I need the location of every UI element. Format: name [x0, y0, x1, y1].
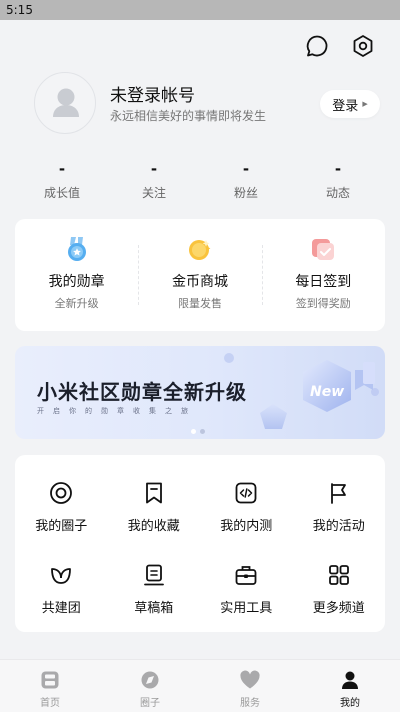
stat-growth[interactable]: - 成长值 [16, 160, 108, 201]
avatar[interactable] [34, 72, 96, 134]
code-icon [233, 480, 259, 506]
menu-tools[interactable]: 实用工具 [200, 545, 293, 627]
menu-co-build-team[interactable]: 共建团 [15, 545, 108, 627]
new-badge: New [310, 384, 344, 400]
feature-title: 每日签到 [295, 274, 352, 290]
tab-home[interactable]: 首页 [0, 660, 100, 712]
feature-card: 我的勋章 全新升级 金币商城 限量发售 每日签到 签到得奖励 [15, 219, 385, 331]
login-button[interactable]: 登录 ▶ [320, 90, 380, 118]
menu-my-activities[interactable]: 我的活动 [293, 463, 386, 545]
message-icon[interactable] [304, 33, 330, 59]
stat-posts[interactable]: - 动态 [292, 160, 384, 201]
stat-following[interactable]: - 关注 [108, 160, 200, 201]
header-actions [304, 33, 376, 59]
profile-section: 未登录帐号 永远相信美好的事情即将发生 登录 ▶ [34, 72, 384, 134]
leaf-icon [48, 562, 74, 588]
feature-daily-checkin[interactable]: 每日签到 签到得奖励 [261, 219, 385, 311]
menu-label: 我的收藏 [127, 519, 180, 534]
draft-icon [141, 562, 167, 588]
carousel-dots [191, 429, 205, 434]
medal-icon [63, 235, 91, 263]
stat-label: 粉丝 [233, 186, 258, 200]
menu-my-beta[interactable]: 我的内测 [200, 463, 293, 545]
circle-icon [139, 669, 161, 691]
feature-title: 我的勋章 [48, 274, 105, 290]
banner-decoration: New [224, 353, 379, 429]
home-icon [39, 669, 61, 691]
carousel-dot[interactable] [200, 429, 205, 434]
flag-icon [326, 480, 352, 506]
user-tagline: 永远相信美好的事情即将发生 [110, 109, 267, 123]
default-avatar-icon [53, 88, 79, 117]
menu-more-channels[interactable]: 更多频道 [293, 545, 386, 627]
tab-services[interactable]: 服务 [200, 660, 300, 712]
login-label: 登录 [332, 98, 359, 114]
menu-label: 我的活动 [312, 519, 365, 534]
checkin-icon [309, 235, 337, 263]
coin-icon [186, 235, 214, 263]
menu-label: 草稿箱 [134, 601, 174, 616]
feature-subtitle: 限量发售 [177, 297, 222, 310]
stat-label: 成长值 [43, 186, 80, 200]
menu-label: 我的内测 [220, 519, 273, 534]
bookmark-icon [141, 480, 167, 506]
tab-label: 首页 [40, 698, 60, 709]
promo-banner[interactable]: 小米社区勋章全新升级 开启你的勋章收集之旅 New [15, 346, 385, 439]
tab-label: 服务 [240, 698, 260, 709]
grid-icon [326, 562, 352, 588]
caret-right-icon: ▶ [362, 100, 368, 108]
carousel-dot-active[interactable] [191, 429, 196, 434]
tab-label: 圈子 [140, 698, 160, 709]
menu-my-favorites[interactable]: 我的收藏 [108, 463, 201, 545]
tab-mine[interactable]: 我的 [300, 660, 400, 712]
stats-row: - 成长值 - 关注 - 粉丝 - 动态 [16, 160, 384, 201]
feature-coin-mall[interactable]: 金币商城 限量发售 [138, 219, 261, 311]
circle-target-icon [48, 480, 74, 506]
toolbox-icon [233, 562, 259, 588]
menu-drafts[interactable]: 草稿箱 [108, 545, 201, 627]
bottom-tab-bar: 首页 圈子 服务 我的 [0, 659, 400, 712]
status-time: 5:15 [6, 3, 33, 17]
tab-circles[interactable]: 圈子 [100, 660, 200, 712]
stat-value: - [242, 160, 250, 178]
settings-icon[interactable] [350, 33, 376, 59]
stat-label: 关注 [141, 186, 166, 200]
stat-value: - [58, 160, 66, 178]
feature-subtitle: 全新升级 [54, 297, 99, 310]
username[interactable]: 未登录帐号 [110, 81, 195, 106]
stat-value: - [150, 160, 158, 178]
stat-followers[interactable]: - 粉丝 [200, 160, 292, 201]
menu-label: 共建团 [41, 601, 81, 616]
feature-subtitle: 签到得奖励 [295, 297, 351, 310]
banner-subtitle: 开启你的勋章收集之旅 [37, 407, 197, 415]
tab-label: 我的 [340, 698, 360, 709]
feature-title: 金币商城 [171, 274, 228, 290]
menu-label: 更多频道 [312, 601, 365, 616]
menu-label: 我的圈子 [35, 519, 88, 534]
menu-label: 实用工具 [220, 601, 273, 616]
heart-icon [239, 669, 261, 691]
menu-my-circles[interactable]: 我的圈子 [15, 463, 108, 545]
stat-value: - [334, 160, 342, 178]
person-icon [339, 669, 361, 691]
menu-grid: 我的圈子 我的收藏 我的内测 我的活动 共建团 草稿箱 实用工具 更多频道 [15, 455, 385, 632]
status-bar: 5:15 [0, 0, 400, 20]
feature-medals[interactable]: 我的勋章 全新升级 [15, 219, 138, 311]
stat-label: 动态 [325, 186, 350, 200]
